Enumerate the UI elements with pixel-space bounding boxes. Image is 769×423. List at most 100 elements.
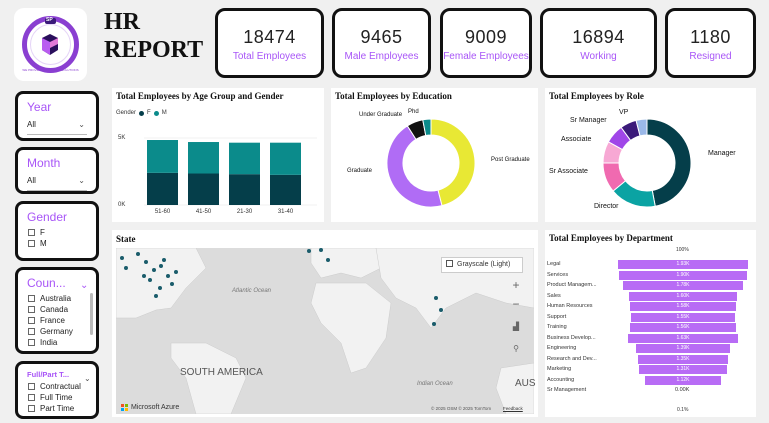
checkbox[interactable] — [28, 383, 35, 390]
brand-label: Microsoft Azure — [131, 404, 180, 411]
option-label: Australia — [40, 294, 72, 303]
page-title: HR REPORT — [104, 8, 203, 64]
kpi-total-employees[interactable]: 18474 Total Employees — [215, 8, 324, 78]
role-chart[interactable]: Total Employees by Role VP Sr Manager As… — [545, 88, 756, 222]
funnel-bar[interactable]: 1.93K — [618, 260, 748, 269]
x-tick-label: 31-40 — [278, 209, 294, 215]
country-option-germany[interactable]: Germany — [28, 326, 96, 337]
department-label: Human Resources — [547, 303, 593, 309]
chart-title: Total Employees by Department — [549, 233, 673, 243]
kpi-label: Resigned — [689, 51, 732, 62]
department-label: Sr Management — [547, 387, 587, 393]
location-icon[interactable]: ⚲ — [509, 342, 523, 356]
bar-m-51-60 — [147, 140, 178, 173]
funnel-bar[interactable]: 1.35K — [637, 354, 729, 364]
x-tick-label: 51-60 — [155, 209, 171, 215]
kpi-label: Female Employees — [443, 51, 529, 62]
department-chart[interactable]: Total Employees by Department 100% 0.1% … — [545, 230, 756, 417]
country-option-india[interactable]: India — [28, 337, 96, 348]
option-label: Germany — [40, 327, 73, 336]
year-dropdown[interactable]: All ⌄ — [27, 120, 87, 135]
funnel-top-label: 100% — [676, 247, 689, 253]
tilt-icon[interactable]: ▟ — [509, 320, 523, 334]
kpi-value: 16894 — [572, 27, 625, 47]
employment-option-full-time[interactable]: Full Time — [28, 392, 96, 403]
option-label: M — [40, 239, 47, 248]
education-chart[interactable]: Total Employees by Education Under Gradu… — [331, 88, 538, 222]
checkbox[interactable] — [28, 328, 35, 335]
department-label: Support — [547, 313, 567, 320]
funnel-bar[interactable]: 1.90K — [619, 270, 747, 280]
department-label: Engineering — [547, 345, 577, 351]
gender-option-f[interactable]: F — [28, 227, 96, 238]
age-gender-chart[interactable]: Total Employees by Age Group and Gender … — [112, 88, 324, 222]
label-sr-associate: Sr Associate — [549, 168, 588, 175]
x-tick-label: 41-50 — [196, 209, 212, 215]
department-label: Sales — [547, 292, 561, 299]
gender-option-m[interactable]: M — [28, 238, 96, 249]
funnel-bar[interactable]: 1.55K — [630, 312, 736, 322]
funnel-bar[interactable]: 1.39K — [636, 344, 730, 353]
department-label: Accounting — [547, 376, 575, 383]
slicer-country[interactable]: Coun... ⌄ Australia Canada France German… — [15, 267, 99, 354]
kpi-female-employees[interactable]: 9009 Female Employees — [440, 8, 532, 78]
bar-f-21-30 — [229, 174, 260, 205]
map-style-selector[interactable]: Grayscale (Light) — [441, 257, 523, 273]
slicer-employment-type[interactable]: Full/Part T... ⌄ Contractual Full Time P… — [15, 361, 99, 419]
checkbox[interactable] — [28, 394, 35, 401]
funnel-bar[interactable]: 1.63K — [628, 333, 738, 343]
bar-m-41-50 — [188, 142, 219, 174]
checkbox[interactable] — [28, 405, 35, 412]
country-option-canada[interactable]: Canada — [28, 304, 96, 315]
checkbox[interactable] — [28, 306, 35, 313]
feedback-link[interactable]: Feedback — [503, 406, 523, 411]
scrollbar[interactable] — [90, 293, 93, 335]
kpi-working[interactable]: 16894 Working — [540, 8, 657, 78]
checkbox[interactable] — [28, 339, 35, 346]
option-label: F — [40, 228, 45, 237]
slicer-year[interactable]: Year All ⌄ — [15, 91, 99, 141]
zoom-out-button[interactable]: − — [509, 297, 523, 311]
checkbox[interactable] — [28, 317, 35, 324]
page-title-line2: REPORT — [104, 37, 204, 63]
employment-option-part-time[interactable]: Part Time — [28, 403, 96, 414]
month-dropdown[interactable]: All ⌄ — [27, 176, 87, 191]
chevron-down-icon[interactable]: ⌄ — [78, 176, 85, 185]
label-post-graduate: Post Graduate — [491, 157, 530, 163]
label-phd: Phd — [408, 109, 419, 115]
kpi-male-employees[interactable]: 9465 Male Employees — [332, 8, 431, 78]
country-option-australia[interactable]: Australia — [28, 293, 96, 304]
department-label: Services — [547, 271, 569, 278]
slicer-month[interactable]: Month All ⌄ — [15, 147, 99, 194]
slicer-title: Year — [27, 100, 52, 114]
zoom-in-button[interactable]: + — [509, 278, 523, 292]
bar-f-51-60 — [147, 172, 178, 205]
label-associate: Associate — [561, 136, 592, 143]
funnel-bar[interactable]: 1.31K — [638, 365, 728, 374]
bar-m-21-30 — [229, 142, 260, 175]
country-option-france[interactable]: France — [28, 315, 96, 326]
checkbox[interactable] — [28, 240, 35, 247]
page-title-line1: HR — [104, 9, 140, 35]
department-label: Business Develop... — [547, 334, 596, 341]
microsoft-azure-brand: Microsoft Azure — [121, 404, 179, 411]
option-label: France — [40, 316, 65, 325]
slicer-gender[interactable]: Gender F M — [15, 201, 99, 261]
chevron-down-icon[interactable]: ⌄ — [78, 120, 85, 129]
label-sr-manager: Sr Manager — [570, 117, 607, 124]
checkbox[interactable] — [28, 295, 35, 302]
checkbox[interactable] — [28, 229, 35, 236]
funnel-bar[interactable]: 1.58K — [629, 302, 737, 311]
funnel-bar[interactable]: 1.78K — [623, 281, 743, 290]
bar-m-31-40 — [270, 142, 301, 175]
logo-initials: SP — [46, 17, 53, 23]
state-map[interactable]: State Atlantic Ocean Indian Ocean SOUTH … — [112, 230, 538, 417]
funnel-bottom-label: 0.1% — [677, 407, 689, 413]
chevron-down-icon[interactable]: ⌄ — [80, 280, 88, 291]
kpi-resigned[interactable]: 1180 Resigned — [665, 8, 756, 78]
chevron-down-icon[interactable]: ⌄ — [84, 374, 91, 383]
age-bars: 51-60 41-50 21-30 31-40 — [144, 137, 317, 215]
funnel-bar[interactable]: 1.60K — [629, 291, 737, 301]
funnel-bar[interactable]: 1.12K — [645, 375, 721, 385]
funnel-bar[interactable]: 1.56K — [630, 323, 736, 332]
